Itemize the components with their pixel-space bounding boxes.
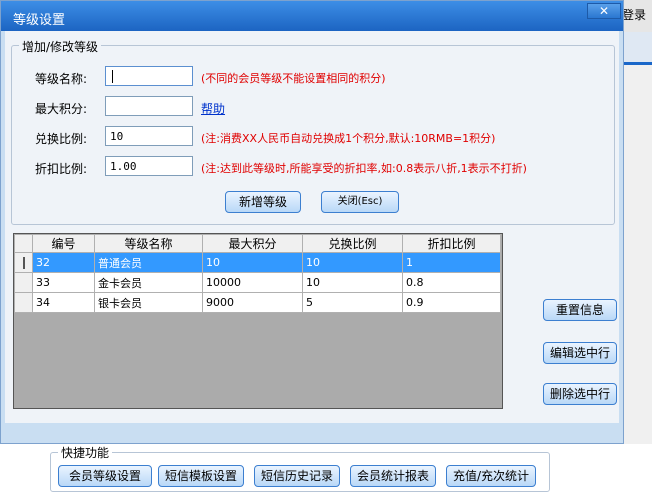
column-header-exchange-ratio[interactable]: 兑换比例 [302, 234, 403, 253]
add-level-button[interactable]: 新增等级 [225, 191, 301, 213]
level-name-input[interactable] [105, 66, 193, 86]
quick-sms-history-button[interactable]: 短信历史记录 [254, 465, 340, 487]
table-header: 编号 等级名称 最大积分 兑换比例 折扣比例 [14, 234, 501, 253]
close-icon[interactable]: ✕ [587, 3, 621, 19]
cell-id[interactable]: 33 [32, 272, 95, 293]
table-row[interactable]: 34 银卡会员 9000 5 0.9 [14, 292, 501, 313]
cell-max-points[interactable]: 10000 [202, 272, 303, 293]
delete-selected-row-button[interactable]: 删除选中行 [543, 383, 617, 405]
group-title: 增加/修改等级 [19, 38, 102, 55]
cell-exchange-ratio[interactable]: 10 [302, 272, 403, 293]
quick-member-report-button[interactable]: 会员统计报表 [350, 465, 436, 487]
row-header[interactable] [14, 292, 33, 313]
login-label[interactable]: 登录 [622, 6, 646, 23]
discount-ratio-label: 折扣比例: [35, 162, 88, 176]
cell-discount-ratio[interactable]: 1 [402, 252, 501, 273]
cell-level-name[interactable]: 银卡会员 [94, 292, 203, 313]
level-table: 编号 等级名称 最大积分 兑换比例 折扣比例 32 普通会员 10 10 1 3… [13, 233, 503, 409]
exchange-ratio-input[interactable]: 10 [105, 126, 193, 146]
dialog-titlebar[interactable]: 等级设置 ✕ [1, 1, 623, 31]
exchange-ratio-note: (注:消费XX人民币自动兑换成1个积分,默认:10RMB=1积分) [201, 132, 496, 145]
level-settings-dialog: 等级设置 ✕ 增加/修改等级 等级名称: (不同的会员等级不能设置相同的积分) … [0, 0, 624, 444]
row-header-corner [14, 234, 33, 253]
background-panel [624, 32, 652, 65]
column-header-id[interactable]: 编号 [32, 234, 95, 253]
row-header[interactable] [14, 272, 33, 293]
quick-functions-title: 快捷功能 [58, 444, 113, 461]
exchange-ratio-label: 兑换比例: [35, 132, 88, 146]
column-header-discount-ratio[interactable]: 折扣比例 [402, 234, 501, 253]
quick-recharge-stats-button[interactable]: 充值/充次统计 [446, 465, 536, 487]
row-header[interactable] [14, 252, 33, 273]
text-caret [112, 70, 113, 83]
column-header-level-name[interactable]: 等级名称 [94, 234, 203, 253]
column-header-max-points[interactable]: 最大积分 [202, 234, 303, 253]
row-pointer-icon [22, 256, 25, 269]
discount-ratio-note: (注:达到此等级时,所能享受的折扣率,如:0.8表示八折,1表示不打折) [201, 162, 527, 175]
cell-id[interactable]: 32 [32, 252, 95, 273]
table-row[interactable]: 32 普通会员 10 10 1 [14, 252, 501, 273]
level-name-label: 等级名称: [35, 72, 88, 86]
cell-level-name[interactable]: 金卡会员 [94, 272, 203, 293]
cell-max-points[interactable]: 10 [202, 252, 303, 273]
cell-exchange-ratio[interactable]: 10 [302, 252, 403, 273]
max-points-input[interactable] [105, 96, 193, 116]
cell-discount-ratio[interactable]: 0.8 [402, 272, 501, 293]
close-esc-button[interactable]: 关闭(Esc) [321, 191, 399, 213]
edit-selected-row-button[interactable]: 编辑选中行 [543, 342, 617, 364]
cell-max-points[interactable]: 9000 [202, 292, 303, 313]
max-points-label: 最大积分: [35, 102, 88, 116]
dialog-title: 等级设置 [13, 13, 66, 28]
quick-sms-template-button[interactable]: 短信模板设置 [158, 465, 244, 487]
cell-id[interactable]: 34 [32, 292, 95, 313]
cell-exchange-ratio[interactable]: 5 [302, 292, 403, 313]
reset-info-button[interactable]: 重置信息 [543, 299, 617, 321]
help-link[interactable]: 帮助 [201, 100, 225, 117]
level-name-note: (不同的会员等级不能设置相同的积分) [201, 72, 386, 85]
cell-level-name[interactable]: 普通会员 [94, 252, 203, 273]
quick-member-level-button[interactable]: 会员等级设置 [58, 465, 152, 487]
discount-ratio-input[interactable]: 1.00 [105, 156, 193, 176]
cell-discount-ratio[interactable]: 0.9 [402, 292, 501, 313]
table-row[interactable]: 33 金卡会员 10000 10 0.8 [14, 272, 501, 293]
